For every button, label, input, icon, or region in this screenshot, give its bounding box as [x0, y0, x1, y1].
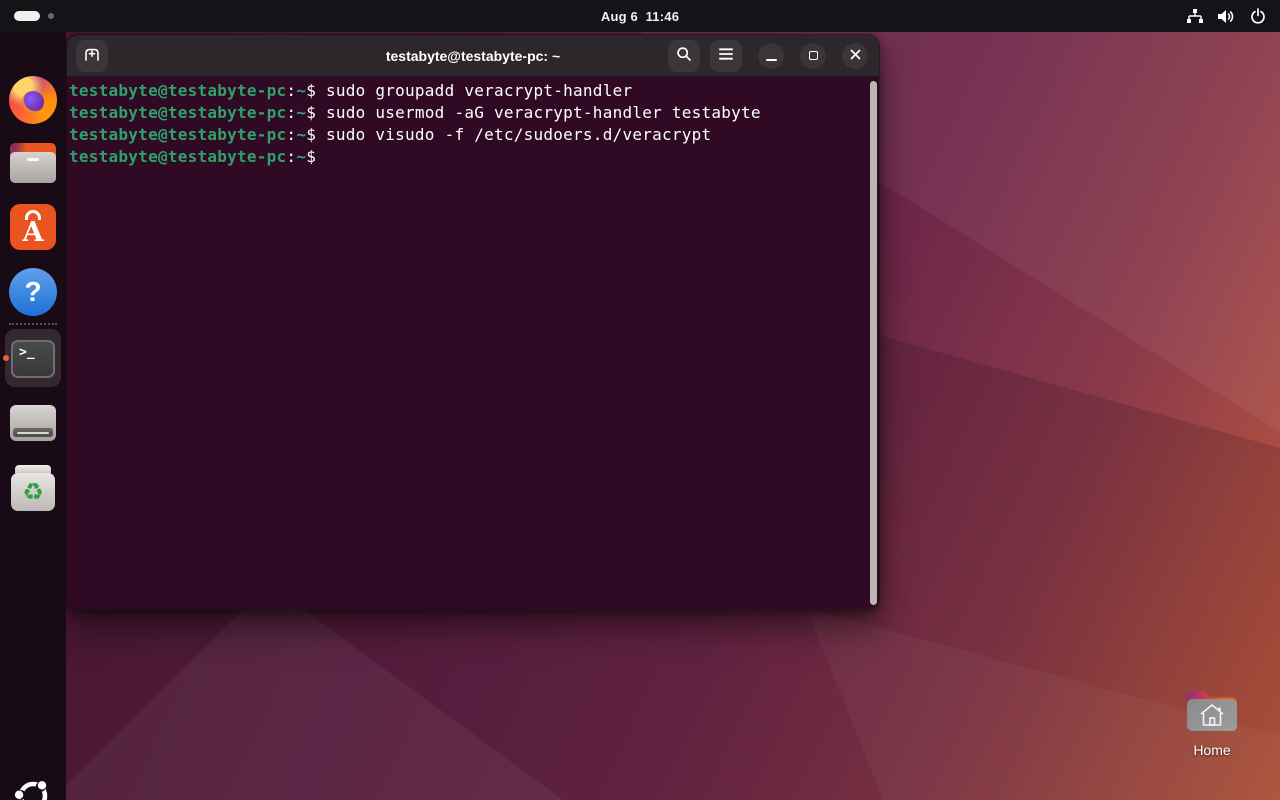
- terminal-output: testabyte@testabyte-pc:~$ sudo groupadd …: [67, 77, 879, 168]
- search-button[interactable]: [668, 39, 700, 72]
- dock-item-trash[interactable]: ♻: [0, 464, 66, 511]
- dock-item-ubuntu-software[interactable]: A: [0, 204, 66, 250]
- hamburger-menu-icon: [718, 47, 734, 64]
- dock-item-files[interactable]: [0, 140, 66, 183]
- minimize-button[interactable]: [758, 42, 784, 69]
- terminal-line: testabyte@testabyte-pc:~$ sudo usermod -…: [69, 103, 761, 122]
- new-tab-icon: [82, 44, 102, 67]
- volume-icon: [1218, 9, 1236, 24]
- dock-item-help[interactable]: ?: [0, 268, 66, 316]
- disk-icon: [10, 405, 56, 441]
- menu-button[interactable]: [710, 39, 742, 72]
- trash-icon: ♻: [11, 465, 55, 511]
- top-bar: Aug 6 11:46: [0, 0, 1280, 32]
- terminal-line: testabyte@testabyte-pc:~$: [69, 147, 326, 166]
- dock-separator: [9, 323, 57, 325]
- maximize-button[interactable]: [800, 42, 826, 69]
- help-icon: ?: [9, 268, 57, 316]
- home-folder-icon: [1183, 691, 1241, 738]
- power-icon: [1250, 8, 1266, 24]
- terminal-titlebar[interactable]: testabyte@testabyte-pc: ~: [67, 35, 879, 77]
- dock-item-disks[interactable]: [0, 400, 66, 441]
- dock: A ? >_ ♻: [0, 32, 66, 800]
- new-tab-button[interactable]: [76, 39, 108, 72]
- terminal-screen[interactable]: testabyte@testabyte-pc:~$ sudo groupadd …: [67, 77, 879, 609]
- show-apps-button[interactable]: [0, 776, 66, 800]
- ubuntu-software-icon: A: [10, 204, 56, 250]
- network-wired-icon: [1186, 8, 1204, 24]
- clock[interactable]: Aug 6 11:46: [0, 9, 1280, 24]
- terminal-line: testabyte@testabyte-pc:~$ sudo visudo -f…: [69, 125, 712, 144]
- close-icon: [850, 48, 861, 63]
- files-icon: [10, 143, 56, 183]
- dock-item-terminal[interactable]: >_: [0, 330, 66, 378]
- search-icon: [676, 46, 692, 65]
- desktop-home-icon[interactable]: Home: [1178, 684, 1246, 758]
- terminal-window: testabyte@testabyte-pc: ~ testabyte@test…: [66, 34, 880, 610]
- close-button[interactable]: [842, 42, 868, 69]
- ubuntu-logo-icon: [13, 776, 53, 800]
- minimize-icon: [765, 58, 777, 61]
- maximize-icon: [808, 51, 818, 60]
- terminal-icon: >_: [11, 340, 55, 378]
- dock-item-firefox[interactable]: [0, 76, 66, 124]
- home-icon-label: Home: [1193, 742, 1231, 758]
- firefox-icon: [9, 76, 57, 124]
- system-tray[interactable]: [1186, 8, 1280, 24]
- terminal-line: testabyte@testabyte-pc:~$ sudo groupadd …: [69, 81, 633, 100]
- terminal-scrollbar[interactable]: [870, 81, 877, 605]
